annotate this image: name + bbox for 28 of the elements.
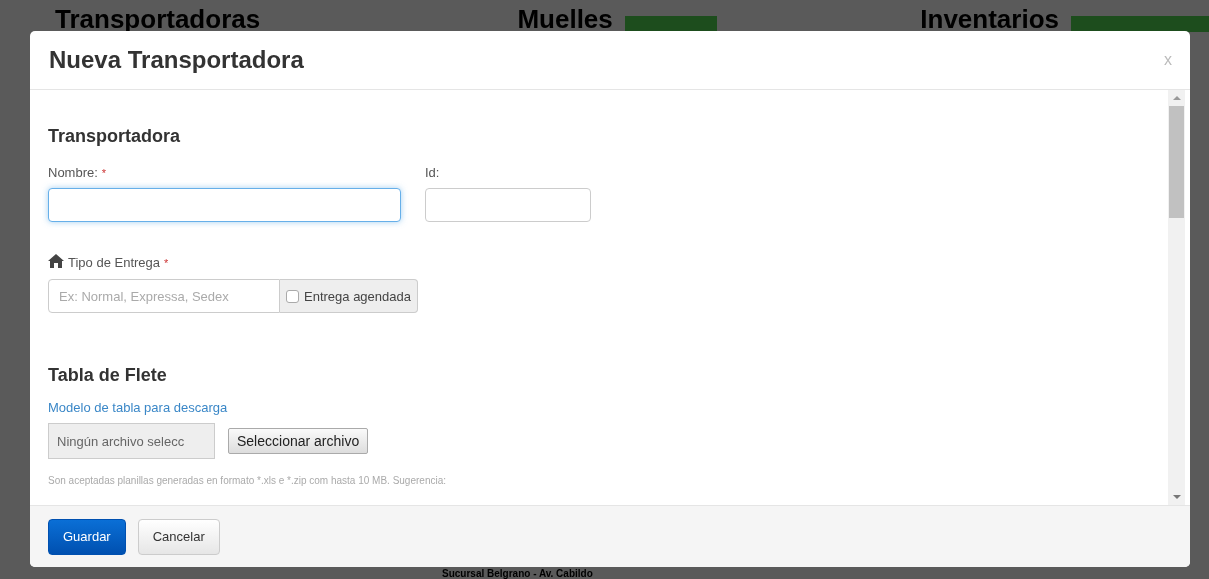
field-label: Tipo de Entrega xyxy=(68,255,161,270)
input-field[interactable] xyxy=(425,188,591,222)
checkbox[interactable] xyxy=(286,289,299,303)
scroll-down-icon[interactable] xyxy=(1172,495,1181,499)
scrollbar[interactable] xyxy=(1168,90,1185,505)
download-link[interactable]: Modelo de tabla para descarga xyxy=(48,400,228,415)
input-field[interactable]: Ex: Normal, Expressa, Sedex xyxy=(48,279,280,313)
modal-title: Nueva Transportadora xyxy=(49,46,304,74)
scrollbar-thumb[interactable] xyxy=(1169,106,1184,218)
select-file-button[interactable]: Seleccionar archivo xyxy=(228,428,369,454)
field-label: Nombre: xyxy=(48,165,98,180)
cancel-button[interactable]: Cancelar xyxy=(137,518,220,555)
branch-text: Sucursal Belgrano - Av. Cabildo xyxy=(441,568,594,579)
section-heading: Tabla de Flete xyxy=(48,365,168,386)
section-heading: Transportadoras xyxy=(55,4,261,34)
help-text: Son aceptadas planillas generadas en formato *.xls e *.zip com hasta 10 MB. Sugerencia: xyxy=(48,475,447,486)
file-name-field: Ningún archivo selecc xyxy=(48,423,215,459)
required-mark: * xyxy=(164,256,169,269)
section-heading: Inventarios xyxy=(920,4,1059,34)
input-field[interactable] xyxy=(48,188,401,222)
field-label: Id: xyxy=(425,165,440,180)
scroll-up-icon[interactable] xyxy=(1172,96,1181,100)
section-heading: Muelles xyxy=(517,4,613,34)
home-icon xyxy=(48,254,64,271)
checkbox-option[interactable]: Entrega agendada xyxy=(280,279,418,313)
required-mark: * xyxy=(101,166,107,179)
save-button[interactable]: Guardar xyxy=(48,518,126,555)
section-heading: Transportadora xyxy=(48,126,182,147)
